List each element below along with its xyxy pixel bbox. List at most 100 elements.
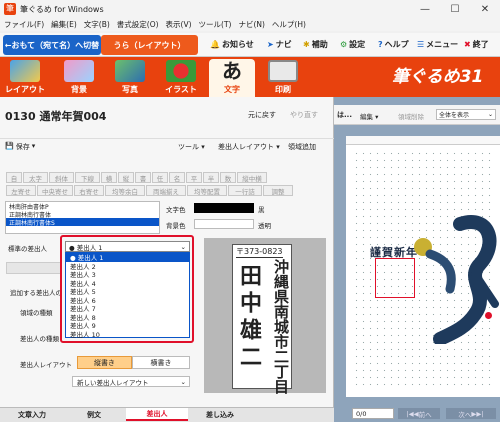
exit-label: 終了 xyxy=(472,40,489,49)
align-button[interactable]: 左寄せ xyxy=(6,185,36,196)
fmt-button[interactable]: 縦 xyxy=(118,172,134,183)
ribbon-photo-label: 写真 xyxy=(122,85,138,94)
help-icon: ? xyxy=(378,40,383,49)
menu-button[interactable]: ☰ メニュー xyxy=(417,39,458,50)
align-button[interactable]: 一行詰 xyxy=(228,185,262,196)
exit-button[interactable]: ✖ 終了 xyxy=(464,39,489,50)
ribbon-print[interactable]: 印刷 xyxy=(260,59,306,97)
fmt-button[interactable]: 縦中横 xyxy=(237,172,267,183)
align-button[interactable]: 右寄せ xyxy=(74,185,104,196)
ribbon-text[interactable]: あ文字 xyxy=(209,59,255,97)
minimize-button[interactable]: — xyxy=(410,0,440,18)
bg-color-value: 透明 xyxy=(258,222,271,230)
menu-tools[interactable]: ツール(T) xyxy=(199,19,232,30)
ribbon-illust[interactable]: イラスト xyxy=(158,59,204,97)
right-toolbar-label: は... xyxy=(337,111,352,119)
new-layout-value: 新しい差出人レイアウト xyxy=(77,378,149,387)
fmt-button[interactable]: 自 xyxy=(6,172,22,183)
align-button[interactable]: 調整 xyxy=(263,185,293,196)
ribbon-layout[interactable]: レイアウト xyxy=(2,59,48,97)
tab-example[interactable]: 例文 xyxy=(64,408,124,421)
background-icon xyxy=(64,60,94,82)
next-page-button[interactable]: 次へ ▶▶| xyxy=(446,408,496,419)
text-item-list[interactable]: 林南肝由書体P 正調林南行書体 正調林南行書体S xyxy=(5,201,160,234)
tab-merge[interactable]: 差し込み xyxy=(190,408,250,421)
menu-label: メニュー xyxy=(426,40,459,49)
ribbon-print-label: 印刷 xyxy=(275,85,291,94)
menu-format[interactable]: 書式設定(O) xyxy=(117,19,159,30)
ribbon-layout-label: レイアウト xyxy=(5,85,45,94)
prev-icon: |◀◀ xyxy=(406,409,419,418)
fmt-button[interactable]: 平 xyxy=(186,172,202,183)
bg-color-swatch[interactable] xyxy=(194,219,254,229)
ribbon-photo[interactable]: 写真 xyxy=(107,59,153,97)
fmt-button[interactable]: 斜体 xyxy=(49,172,74,183)
menu-help[interactable]: ヘルプ(H) xyxy=(272,19,306,30)
align-button[interactable]: 両端揃え xyxy=(146,185,186,196)
format-row-2: 左寄せ 中央寄せ 右寄せ 均等余白 両端揃え 均等配置 一行詰 調整 xyxy=(6,185,293,196)
tab-text-input[interactable]: 文章入力 xyxy=(2,408,62,421)
next-icon: ▶▶| xyxy=(471,409,484,418)
sender-layout-label: 差出人レイアウト xyxy=(218,143,274,151)
printer-icon xyxy=(268,60,298,82)
notice-button[interactable]: 🔔 お知らせ xyxy=(210,39,254,50)
maximize-button[interactable]: ☐ xyxy=(440,0,470,18)
assist-button[interactable]: ✱ 補助 xyxy=(303,39,328,50)
fmt-button[interactable]: 任 xyxy=(152,172,168,183)
menu-text[interactable]: 文字(B) xyxy=(84,19,110,30)
format-row-1: 自 太字 斜体 下線 横 縦 書 任 名 平 半 数 縦中横 xyxy=(6,172,267,183)
area-add-button[interactable]: 領域追加 xyxy=(288,142,316,152)
align-button[interactable]: 中央寄せ xyxy=(37,185,73,196)
help-label: ヘルプ xyxy=(384,40,409,49)
help-button[interactable]: ? ヘルプ xyxy=(378,39,409,50)
menu-file[interactable]: ファイル(F) xyxy=(4,19,44,30)
align-button[interactable]: 均等余白 xyxy=(105,185,145,196)
right-edit-label: 編集 xyxy=(360,113,373,121)
vertical-writing-button[interactable]: 縦書き xyxy=(77,356,132,369)
fmt-button[interactable]: 下線 xyxy=(75,172,100,183)
fmt-button[interactable]: 太字 xyxy=(23,172,48,183)
photo-icon xyxy=(115,60,145,82)
align-button[interactable]: 均等配置 xyxy=(187,185,227,196)
save-button[interactable]: 💾 保存 ▾ xyxy=(5,142,35,152)
gear-icon: ⚙ xyxy=(340,40,348,49)
text-color-swatch[interactable] xyxy=(194,203,254,213)
page-counter: 0/0 xyxy=(352,408,394,419)
tools-menu[interactable]: ツール ▾ xyxy=(178,142,205,152)
menu-edit[interactable]: 編集(E) xyxy=(51,19,77,30)
undo-button[interactable]: 元に戻す xyxy=(248,110,276,120)
fmt-button[interactable]: 数 xyxy=(220,172,236,183)
close-button[interactable]: ✕ xyxy=(470,0,500,18)
switch-front-tab[interactable]: ←おもて（宛て名）へ切替 xyxy=(3,35,101,55)
text-color-value: 黒 xyxy=(258,206,265,214)
selection-box[interactable] xyxy=(375,258,415,298)
menu-navi[interactable]: ナビ(N) xyxy=(238,19,264,30)
chevron-down-icon: ▾ xyxy=(31,142,36,150)
horizontal-writing-button[interactable]: 横書き xyxy=(132,356,190,369)
right-edit-menu[interactable]: 編集 ▾ xyxy=(360,111,378,121)
back-layout-tab[interactable]: うら（レイアウト） xyxy=(101,35,198,55)
exit-icon: ✖ xyxy=(464,40,471,49)
calligraphy-brush-art xyxy=(425,215,499,344)
new-layout-dropdown[interactable]: 新しい差出人レイアウト ⌄ xyxy=(72,376,190,387)
layout-icon xyxy=(10,60,40,82)
fmt-button[interactable]: 書 xyxy=(135,172,151,183)
redo-button[interactable]: やり直す xyxy=(290,110,318,120)
sender-edit-button[interactable] xyxy=(6,262,61,274)
fmt-button[interactable]: 半 xyxy=(203,172,219,183)
tab-sender[interactable]: 差出人 xyxy=(126,408,188,421)
ribbon-background[interactable]: 背景 xyxy=(56,59,102,97)
navi-button[interactable]: ➤ ナビ xyxy=(267,39,292,50)
tool-bar xyxy=(0,138,334,154)
list-item[interactable]: 正調林南行書体S xyxy=(6,218,159,227)
prev-page-button[interactable]: |◀◀ 前へ xyxy=(398,408,440,419)
settings-button[interactable]: ⚙ 設定 xyxy=(340,39,365,50)
fmt-button[interactable]: 横 xyxy=(101,172,117,183)
fmt-button[interactable]: 名 xyxy=(169,172,185,183)
sender-layout-menu[interactable]: 差出人レイアウト ▾ xyxy=(218,142,280,152)
zoom-dropdown[interactable]: 全体を表示 ⌄ xyxy=(436,109,496,120)
dropdown-option[interactable]: 差出人 10 xyxy=(66,330,189,339)
area-delete-button[interactable]: 領域削除 xyxy=(398,111,424,121)
sender-dropdown[interactable]: ● 差出人 1 ⌄ xyxy=(65,241,190,252)
menu-view[interactable]: 表示(V) xyxy=(166,19,192,30)
